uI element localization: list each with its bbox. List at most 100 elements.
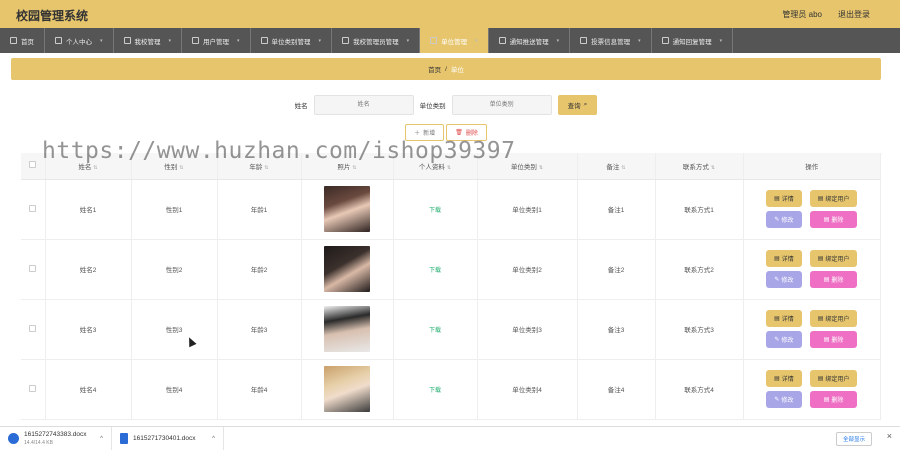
sort-icon: ⇅: [538, 164, 544, 171]
bell-icon: [498, 37, 506, 44]
detail-button[interactable]: ▤ 详情: [766, 250, 802, 267]
chevron-down-icon: ▾: [168, 37, 172, 44]
delete-button[interactable]: ▤ 删除: [809, 331, 858, 348]
cell-gender: 性别4: [131, 359, 218, 420]
col-category[interactable]: 单位类别 ⇅: [477, 153, 578, 180]
chevron-up-icon[interactable]: ^: [212, 436, 215, 442]
col-photo[interactable]: 照片 ⇅: [301, 153, 394, 180]
cell-ops: ▤ 详情 ▤ 绑定用户 ✎ 修改 ▤ 删除: [743, 239, 881, 300]
name-search-input[interactable]: [313, 95, 414, 115]
doc-icon: ▤: [817, 256, 824, 262]
delete-button[interactable]: ▤ 删除: [809, 271, 858, 288]
nav-home[interactable]: 首页: [0, 28, 45, 53]
photo-thumbnail[interactable]: [324, 246, 370, 292]
top-header: 校园管理系统 管理员 abo 退出登录: [0, 0, 900, 28]
nav-school-admin-mgmt[interactable]: 我校管理员管理 ▾: [332, 28, 421, 53]
doc-icon: ▤: [774, 256, 780, 262]
doc-icon: ▤: [817, 376, 824, 382]
edit-button[interactable]: ✎ 修改: [766, 211, 802, 228]
show-all-downloads-button[interactable]: 全部显示: [835, 432, 872, 446]
cell-contact: 联系方式1: [655, 179, 744, 240]
nav-personal-center[interactable]: 个人中心 ▾: [45, 28, 114, 53]
detail-button[interactable]: ▤ 详情: [766, 310, 802, 327]
col-profile[interactable]: 个人资料 ⇅: [393, 153, 478, 180]
edit-button[interactable]: ✎ 修改: [766, 391, 802, 408]
bind-user-button[interactable]: ▤ 绑定用户: [809, 310, 858, 327]
chevron-down-icon: ▾: [475, 37, 478, 44]
download-item[interactable]: 1615271730401.docx ^: [112, 426, 224, 450]
row-checkbox[interactable]: [29, 324, 37, 332]
bind-user-button[interactable]: ▤ 绑定用户: [809, 190, 858, 207]
category-label: 单位类别: [419, 103, 446, 110]
add-button[interactable]: ＋新增: [405, 124, 445, 141]
batch-delete-button[interactable]: 🗑 删除: [446, 124, 487, 141]
download-link[interactable]: 下载: [429, 388, 441, 394]
delete-button[interactable]: ▤ 删除: [809, 211, 858, 228]
row-select-cell: [21, 359, 46, 420]
photo-thumbnail[interactable]: [324, 186, 370, 232]
doc-icon: ▤: [817, 196, 824, 202]
cell-gender: 性别2: [131, 239, 218, 300]
row-checkbox[interactable]: [29, 384, 37, 392]
doc-icon: ▤: [774, 196, 780, 202]
download-link[interactable]: 下载: [429, 328, 441, 334]
trash-icon: ▤: [823, 397, 830, 403]
download-link[interactable]: 下载: [429, 268, 441, 274]
sort-icon: ⇅: [352, 164, 357, 171]
grid-icon: [580, 37, 588, 44]
chevron-down-icon: ▾: [100, 37, 103, 44]
search-button[interactable]: 查询 ⌕: [557, 95, 598, 115]
close-icon[interactable]: ×: [887, 431, 892, 441]
cell-age: 年龄2: [217, 239, 302, 300]
download-file-size: 14.4/14.4 KB: [24, 439, 53, 446]
col-age[interactable]: 年龄 ⇅: [217, 153, 302, 180]
nav-notice-push-mgmt[interactable]: 通知推送管理 ▾: [489, 28, 571, 53]
nav-vote-info-mgmt[interactable]: 投票信息管理 ▾: [570, 28, 652, 53]
chevron-down-icon: ▾: [406, 37, 410, 44]
row-checkbox[interactable]: [29, 204, 37, 212]
grid-icon: [342, 37, 350, 44]
chevron-up-icon[interactable]: ^: [100, 436, 103, 442]
chevron-down-icon: ▾: [638, 37, 641, 44]
download-shelf: 1615272743383.docx 14.4/14.4 KB ^ 161527…: [0, 426, 900, 450]
detail-button[interactable]: ▤ 详情: [766, 370, 802, 387]
nav-notice-reply-mgmt[interactable]: 通知回复管理 ▾: [652, 28, 734, 53]
pencil-icon: ✎: [774, 277, 780, 283]
bind-user-button[interactable]: ▤ 绑定用户: [809, 370, 858, 387]
col-note[interactable]: 备注 ⇅: [577, 153, 656, 180]
delete-button[interactable]: ▤ 删除: [809, 391, 858, 408]
nav-user-mgmt[interactable]: 用户管理 ▾: [182, 28, 251, 53]
download-progress-icon: [8, 433, 19, 444]
nav-school-mgmt[interactable]: 我校管理 ▾: [114, 28, 183, 53]
col-gender[interactable]: 性别 ⇅: [131, 153, 218, 180]
cell-note: 备注2: [577, 239, 656, 300]
photo-thumbnail[interactable]: [324, 366, 370, 412]
logout-link[interactable]: 退出登录: [838, 9, 870, 20]
category-search-input[interactable]: [451, 95, 552, 115]
edit-button[interactable]: ✎ 修改: [766, 331, 802, 348]
sort-icon: ⇅: [710, 164, 716, 171]
cell-age: 年龄1: [217, 179, 302, 240]
bind-user-button[interactable]: ▤ 绑定用户: [809, 250, 858, 267]
nav-unit-mgmt[interactable]: 单位管理 ▾: [420, 28, 489, 53]
users-icon: [192, 37, 200, 44]
trash-icon: 🗑: [455, 130, 463, 136]
cell-gender: 性别1: [131, 179, 218, 240]
cell-contact: 联系方式4: [655, 359, 744, 420]
row-checkbox[interactable]: [29, 264, 37, 272]
nav-unit-category-mgmt[interactable]: 单位类别管理 ▾: [251, 28, 333, 53]
download-link[interactable]: 下载: [429, 208, 441, 214]
edit-button[interactable]: ✎ 修改: [766, 271, 802, 288]
select-all-checkbox[interactable]: [29, 161, 37, 169]
breadcrumb-home[interactable]: 首页: [428, 64, 441, 74]
photo-thumbnail[interactable]: [324, 306, 370, 352]
breadcrumb: 首页 / 单位: [11, 58, 881, 80]
download-item[interactable]: 1615272743383.docx 14.4/14.4 KB ^: [0, 426, 112, 450]
name-label: 姓名: [294, 103, 308, 110]
doc-icon: ▤: [817, 316, 824, 322]
col-name[interactable]: 姓名 ⇅: [45, 153, 132, 180]
col-contact[interactable]: 联系方式 ⇅: [655, 153, 744, 180]
row-select-cell: [21, 179, 46, 240]
unit-table: 姓名 ⇅ 性别 ⇅ 年龄 ⇅ 照片 ⇅ 个人资料 ⇅ 单位类别 ⇅ 备注 ⇅ 联系方式 ⇅ 操作…: [21, 153, 881, 420]
detail-button[interactable]: ▤ 详情: [766, 190, 802, 207]
